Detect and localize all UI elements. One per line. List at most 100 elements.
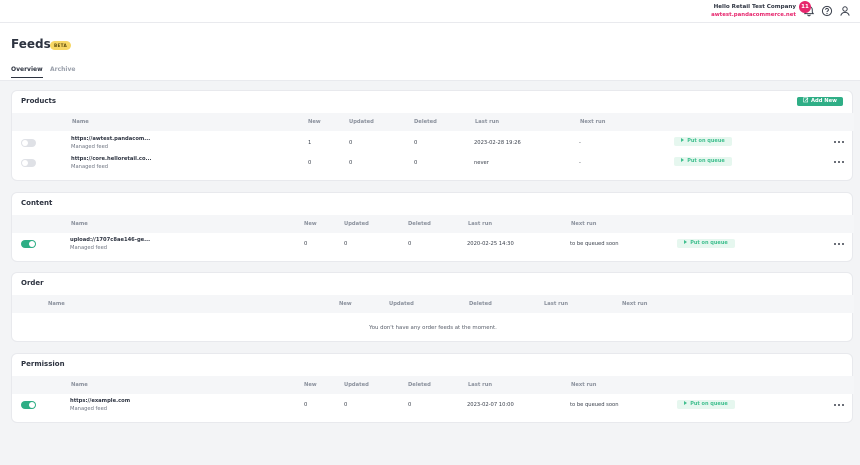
more-options-icon[interactable]: [834, 242, 844, 246]
table-row: upload://1707c8ae146-ge... Managed feed …: [12, 235, 854, 255]
play-icon: [681, 158, 685, 162]
column-header: Next run: [622, 301, 648, 307]
updated-count: 0: [344, 241, 348, 247]
column-header: Last run: [475, 119, 500, 125]
company-domain: awtest.pandacommerce.net: [711, 12, 796, 18]
new-count: 1: [308, 140, 312, 146]
top-bar: Hello Retail Test Company awtest.pandaco…: [0, 0, 860, 23]
last-run: 2023-02-28 19:26: [474, 140, 521, 146]
help-icon[interactable]: [821, 5, 833, 17]
column-header: Last run: [468, 221, 493, 227]
updated-count: 0: [349, 160, 353, 166]
feed-type: Managed feed: [70, 406, 108, 412]
column-header: Updated: [389, 301, 414, 307]
empty-state-message: You don't have any order feeds at the mo…: [369, 325, 497, 331]
page-header: Feeds BETA Overview Archive: [0, 23, 860, 81]
play-icon: [681, 138, 685, 142]
content-card: Content Name New Updated Deleted Last ru…: [11, 192, 854, 262]
column-header: Deleted: [408, 221, 431, 227]
feed-type: Managed feed: [70, 245, 108, 251]
column-header: Deleted: [408, 382, 431, 388]
feed-type: Managed feed: [71, 164, 109, 170]
column-header: Updated: [344, 221, 369, 227]
column-header: Name: [71, 221, 88, 227]
column-header: Next run: [571, 221, 597, 227]
next-run: to be queued soon: [570, 241, 619, 247]
page-title: Feeds: [11, 37, 51, 51]
more-options-icon[interactable]: [834, 160, 844, 164]
table-row: https://core.helloretail.co... Managed f…: [12, 155, 854, 175]
put-on-queue-button[interactable]: Put on queue: [674, 157, 732, 166]
user-icon[interactable]: [839, 5, 851, 17]
column-header: Next run: [580, 119, 606, 125]
tab-archive[interactable]: Archive: [50, 66, 75, 77]
new-count: 0: [304, 402, 308, 408]
column-header: New: [308, 119, 321, 125]
column-header: Next run: [571, 382, 597, 388]
column-header: New: [304, 382, 317, 388]
table-row: https://example.com Managed feed 0 0 0 2…: [12, 396, 854, 416]
company-name: Hello Retail Test Company: [713, 4, 796, 10]
put-on-queue-button[interactable]: Put on queue: [674, 137, 732, 146]
column-header: Name: [71, 382, 88, 388]
add-new-label: Add New: [811, 98, 837, 104]
updated-count: 0: [349, 140, 353, 146]
feed-url[interactable]: https://core.helloretail.co...: [71, 156, 151, 162]
put-on-queue-label: Put on queue: [690, 240, 728, 246]
table-header: Name New Updated Deleted Last run Next r…: [12, 295, 854, 313]
table-header: Name New Updated Deleted Last run Next r…: [12, 376, 854, 394]
deleted-count: 0: [408, 402, 412, 408]
edit-icon: [803, 97, 809, 103]
feed-toggle[interactable]: [21, 159, 36, 167]
next-run: to be queued soon: [570, 402, 619, 408]
feed-toggle[interactable]: [21, 401, 36, 409]
feed-url[interactable]: https://awtest.pandacom...: [71, 136, 150, 142]
column-header: Deleted: [414, 119, 437, 125]
table-header: Name New Updated Deleted Last run Next r…: [12, 113, 854, 131]
put-on-queue-button[interactable]: Put on queue: [677, 400, 735, 409]
deleted-count: 0: [408, 241, 412, 247]
section-title: Products: [21, 97, 57, 105]
products-card: Products Add New Name New Updated Delete…: [11, 90, 854, 181]
play-icon: [684, 401, 688, 405]
section-title: Content: [21, 199, 53, 207]
last-run: 2023-02-07 10:00: [467, 402, 514, 408]
column-header: New: [339, 301, 352, 307]
table-row: https://awtest.pandacom... Managed feed …: [12, 135, 854, 155]
column-header: Updated: [344, 382, 369, 388]
deleted-count: 0: [414, 160, 418, 166]
feed-toggle[interactable]: [21, 240, 36, 248]
updated-count: 0: [344, 402, 348, 408]
column-header: Last run: [544, 301, 569, 307]
add-new-button[interactable]: Add New: [797, 97, 843, 106]
beta-badge: BETA: [50, 41, 72, 50]
feed-url[interactable]: https://example.com: [70, 398, 130, 404]
notification-count-badge[interactable]: 11: [799, 1, 811, 13]
tab-overview[interactable]: Overview: [11, 66, 43, 78]
section-title: Permission: [21, 360, 65, 368]
section-title: Order: [21, 279, 44, 287]
last-run: 2020-02-25 14:30: [467, 241, 514, 247]
feed-url[interactable]: upload://1707c8ae146-ge...: [70, 237, 150, 243]
new-count: 0: [304, 241, 308, 247]
play-icon: [684, 240, 688, 244]
put-on-queue-button[interactable]: Put on queue: [677, 239, 735, 248]
last-run: never: [474, 160, 489, 166]
table-header: Name New Updated Deleted Last run Next r…: [12, 215, 854, 233]
feed-type: Managed feed: [71, 144, 109, 150]
next-run: -: [579, 140, 581, 146]
company-switcher[interactable]: Hello Retail Test Company awtest.pandaco…: [711, 4, 796, 19]
column-header: Updated: [349, 119, 374, 125]
column-header: Deleted: [469, 301, 492, 307]
column-header: Name: [48, 301, 65, 307]
feed-toggle[interactable]: [21, 139, 36, 147]
put-on-queue-label: Put on queue: [690, 401, 728, 407]
column-header: New: [304, 221, 317, 227]
column-header: Last run: [468, 382, 493, 388]
put-on-queue-label: Put on queue: [687, 158, 725, 164]
more-options-icon[interactable]: [834, 140, 844, 144]
more-options-icon[interactable]: [834, 403, 844, 407]
deleted-count: 0: [414, 140, 418, 146]
new-count: 0: [308, 160, 312, 166]
permission-card: Permission Name New Updated Deleted Last…: [11, 353, 854, 423]
